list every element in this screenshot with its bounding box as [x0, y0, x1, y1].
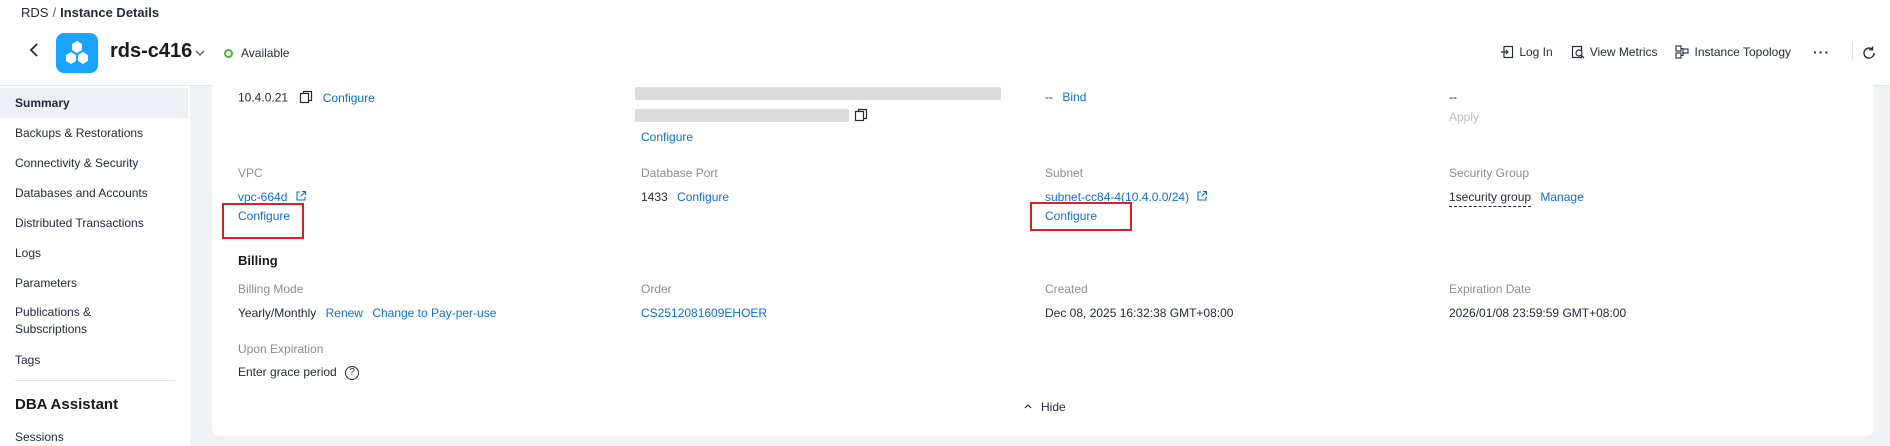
- breadcrumb: RDS / Instance Details: [21, 5, 159, 20]
- chevron-up-icon: [1023, 400, 1033, 414]
- view-metrics-button[interactable]: View Metrics: [1571, 45, 1658, 59]
- upon-expiration-value: Enter grace period: [238, 365, 337, 379]
- billing-section-title: Billing: [238, 253, 278, 268]
- renew-link[interactable]: Renew: [326, 306, 363, 320]
- domain-configure-link[interactable]: Configure: [641, 130, 693, 144]
- upon-expiration-field: Enter grace period ?: [238, 365, 360, 380]
- highlight-box: [222, 203, 304, 239]
- order-label: Order: [641, 282, 672, 296]
- redacted-value: [635, 87, 1001, 100]
- security-group-field: 1security group Manage: [1449, 190, 1584, 207]
- login-label: Log In: [1519, 45, 1553, 59]
- instance-topology-button[interactable]: Instance Topology: [1675, 45, 1791, 59]
- sidebar-item-publications[interactable]: Publications & Subscriptions: [0, 304, 120, 344]
- vpc-label: VPC: [238, 166, 263, 180]
- more-icon[interactable]: ···: [1813, 44, 1830, 60]
- back-arrow-icon[interactable]: [24, 40, 44, 60]
- status-text: Available: [241, 46, 290, 60]
- external-link-icon[interactable]: [1196, 190, 1208, 205]
- created-value: Dec 08, 2025 16:32:38 GMT+08:00: [1045, 306, 1234, 320]
- created-label: Created: [1045, 282, 1088, 296]
- sidebar-item-databases[interactable]: Databases and Accounts: [0, 178, 188, 208]
- rds-logo-icon: [56, 33, 98, 73]
- copy-icon[interactable]: [299, 90, 313, 107]
- topology-icon: [1675, 45, 1690, 59]
- metrics-icon: [1571, 45, 1585, 59]
- highlight-box: [1030, 202, 1132, 231]
- hide-label: Hide: [1041, 400, 1066, 414]
- upon-expiration-label: Upon Expiration: [238, 342, 324, 356]
- status-available-icon: [224, 48, 233, 58]
- security-group-manage-link[interactable]: Manage: [1540, 190, 1583, 204]
- database-port-field: 1433 Configure: [641, 190, 729, 204]
- security-group-value[interactable]: 1security group: [1449, 190, 1532, 207]
- sidebar-item-parameters[interactable]: Parameters: [0, 268, 188, 298]
- billing-mode-field: Yearly/Monthly Renew Change to Pay-per-u…: [238, 306, 496, 320]
- chevron-down-icon[interactable]: [193, 46, 207, 60]
- billing-mode-label: Billing Mode: [238, 282, 304, 296]
- header-actions: Log In View Metrics Instance Topology ··…: [1500, 44, 1830, 60]
- private-ip-value: 10.4.0.21: [238, 90, 289, 105]
- subnet-label: Subnet: [1045, 166, 1084, 180]
- bind-link[interactable]: Bind: [1062, 90, 1086, 104]
- copy-icon[interactable]: [854, 108, 868, 125]
- breadcrumb-rds[interactable]: RDS: [21, 5, 48, 20]
- sidebar-item-connectivity[interactable]: Connectivity & Security: [0, 148, 188, 178]
- login-button[interactable]: Log In: [1500, 45, 1553, 59]
- database-port-label: Database Port: [641, 166, 718, 180]
- expiration-date-value: 2026/01/08 23:59:59 GMT+08:00: [1449, 306, 1627, 320]
- sidebar-item-summary[interactable]: Summary: [0, 88, 188, 118]
- sidebar-item-distributed-transactions[interactable]: Distributed Transactions: [0, 208, 188, 238]
- vpc-link[interactable]: vpc-664d: [238, 190, 287, 204]
- breadcrumb-separator: /: [52, 5, 57, 20]
- sidebar-item-sessions[interactable]: Sessions: [0, 422, 188, 446]
- sidebar-item-backups[interactable]: Backups & Restorations: [0, 118, 188, 148]
- order-link[interactable]: CS2512081609EHOER: [641, 306, 767, 320]
- row0-ip-field: 10.4.0.21 Configure: [238, 90, 375, 107]
- instance-topology-label: Instance Topology: [1694, 45, 1791, 59]
- page-header: RDS / Instance Details rds-c416 Available …: [0, 0, 1890, 86]
- login-icon: [1500, 45, 1514, 59]
- status-badge: Available: [224, 46, 289, 60]
- instance-name: rds-c416: [110, 40, 193, 62]
- sidebar-divider: [15, 380, 175, 381]
- sidebar-heading-dba: DBA Assistant: [15, 396, 119, 413]
- help-icon[interactable]: ?: [345, 365, 360, 380]
- header-divider: [1852, 42, 1853, 60]
- sidebar: Summary Backups & Restorations Connectiv…: [0, 86, 190, 446]
- billing-mode-value: Yearly/Monthly: [238, 306, 317, 320]
- security-group-label: Security Group: [1449, 166, 1530, 180]
- eip-field: -- Bind: [1045, 90, 1086, 104]
- port-configure-link[interactable]: Configure: [677, 190, 729, 204]
- eip-value: --: [1045, 90, 1053, 104]
- hide-button[interactable]: Hide: [1023, 400, 1066, 414]
- refresh-icon[interactable]: [1861, 45, 1877, 64]
- ip-configure-link[interactable]: Configure: [323, 91, 375, 105]
- row0-col4-value: --: [1449, 90, 1457, 104]
- expiration-date-label: Expiration Date: [1449, 282, 1532, 296]
- instance-details-card: 10.4.0.21 Configure Configure -- Bind --…: [212, 80, 1874, 436]
- redacted-value: [635, 109, 849, 122]
- change-to-pay-per-use-link[interactable]: Change to Pay-per-use: [372, 306, 496, 320]
- breadcrumb-current: Instance Details: [60, 5, 160, 20]
- view-metrics-label: View Metrics: [1589, 45, 1658, 59]
- sidebar-item-tags[interactable]: Tags: [0, 345, 188, 375]
- apply-link[interactable]: Apply: [1449, 110, 1479, 124]
- sidebar-item-logs[interactable]: Logs: [0, 238, 188, 268]
- database-port-value: 1433: [641, 190, 668, 204]
